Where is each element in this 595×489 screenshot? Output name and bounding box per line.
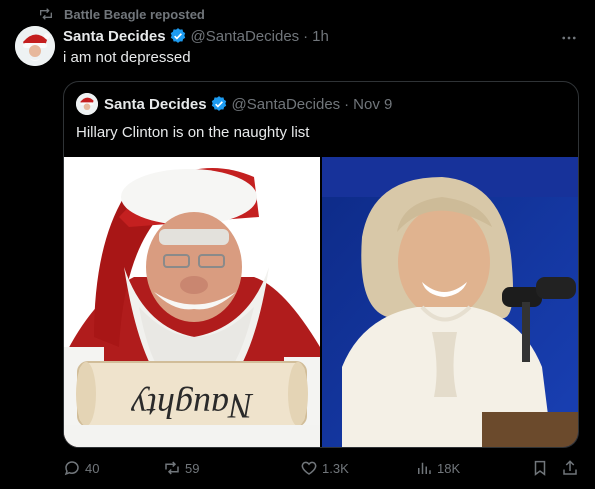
like-button[interactable]: 1.3K [300, 459, 349, 477]
repost-icon [40, 8, 52, 20]
quoted-post-time: Nov 9 [353, 95, 393, 113]
separator-dot: · [303, 27, 309, 45]
repost-context[interactable]: Battle Beagle reposted [38, 6, 205, 22]
post-time[interactable]: 1h [312, 28, 329, 45]
repost-label: Battle Beagle reposted [64, 6, 205, 22]
more-button[interactable] [559, 28, 579, 48]
verified-icon [211, 96, 226, 111]
post-text: i am not depressed [63, 49, 191, 66]
separator-dot: · [344, 95, 350, 113]
media-grid: Naughty [64, 157, 578, 447]
like-icon [301, 461, 317, 475]
reply-icon [64, 461, 79, 476]
more-icon [562, 36, 576, 40]
share-button[interactable] [561, 459, 579, 477]
views-icon [418, 462, 431, 474]
repost-button[interactable]: 59 [163, 459, 199, 477]
repost-icon [165, 461, 179, 475]
views-count: 18K [437, 460, 461, 476]
bookmark-button[interactable] [531, 459, 549, 477]
views-button[interactable]: 18K [415, 459, 460, 477]
quoted-avatar [76, 93, 98, 115]
reply-count: 40 [85, 460, 100, 476]
author-name[interactable]: Santa Decides [63, 28, 166, 45]
reply-button[interactable]: 40 [63, 459, 99, 477]
author-handle[interactable]: @SantaDecides [191, 28, 300, 45]
action-bar: 40 59 1.3K 18K [63, 453, 579, 483]
repost-count: 59 [185, 460, 200, 476]
like-count: 1.3K [322, 460, 349, 476]
verified-icon [170, 28, 185, 43]
quoted-post-header: Santa Decides @SantaDecides · Nov 9 [76, 93, 392, 115]
scroll-text: Naughty [131, 386, 254, 426]
quoted-author-handle: @SantaDecides [231, 95, 341, 113]
santa-image[interactable]: Naughty [64, 157, 320, 447]
share-icon [563, 460, 577, 475]
quoted-author-name: Santa Decides [104, 95, 207, 113]
quoted-post-text: Hillary Clinton is on the naughty list [76, 124, 310, 141]
bookmark-icon [534, 460, 546, 476]
hillary-image[interactable] [322, 157, 578, 447]
quoted-post[interactable]: Santa Decides @SantaDecides · Nov 9 Hill… [63, 81, 579, 448]
avatar[interactable] [15, 26, 55, 66]
post-header: Santa Decides @SantaDecides · 1h [63, 27, 329, 45]
